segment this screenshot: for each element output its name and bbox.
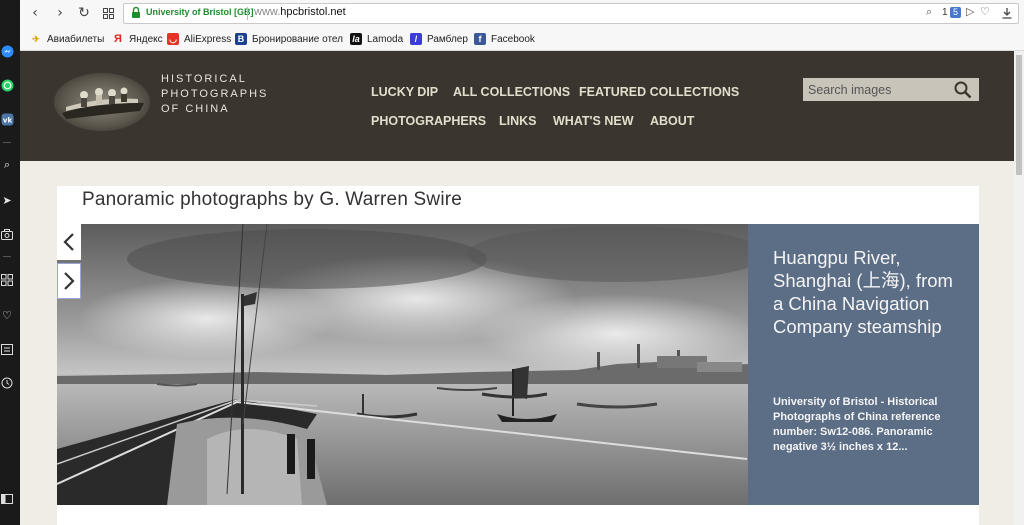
site-header: HISTORICAL PHOTOGRAPHS OF CHINA LUCKY DI…: [20, 51, 1014, 161]
plane-icon: ✈: [32, 33, 40, 44]
aliexpress-icon: ◡: [167, 33, 179, 45]
panel-bottom: [57, 505, 979, 525]
nav-photographers[interactable]: PHOTOGRAPHERS: [371, 114, 486, 128]
heart-icon[interactable]: ♡: [0, 308, 14, 322]
page-scrollbar[interactable]: [1014, 51, 1024, 525]
bookmark-lamoda[interactable]: la Lamoda: [350, 32, 403, 46]
next-slide-button[interactable]: [57, 263, 81, 299]
bookmark-yandex[interactable]: Я Яндекс: [112, 32, 163, 46]
chevron-left-icon: [63, 233, 74, 251]
prev-slide-button[interactable]: [57, 224, 81, 260]
search-icon[interactable]: [953, 80, 973, 100]
booking-icon: B: [235, 33, 247, 45]
adblock-count: 1: [942, 7, 948, 18]
download-icon[interactable]: [998, 4, 1016, 22]
bookmark-booking[interactable]: B Бронирование отел: [235, 32, 343, 46]
browser-toolbar: ‹ › ↻ University of Bristol [GB] www.hpc…: [20, 0, 1024, 27]
rambler-icon: /: [410, 33, 422, 45]
svg-text:vk: vk: [2, 116, 12, 124]
forward-button[interactable]: ›: [51, 4, 69, 22]
nav-lucky-dip[interactable]: LUCKY DIP: [371, 85, 438, 99]
messenger-icon[interactable]: [0, 44, 14, 58]
lock-icon: [132, 6, 140, 18]
search-input[interactable]: [803, 78, 951, 101]
site-identity[interactable]: University of Bristol [GB]: [146, 7, 254, 17]
sidebar-toggle-icon[interactable]: [0, 492, 14, 506]
bookmark-aviabilety[interactable]: ✈ Авиабилеты: [30, 32, 104, 46]
nav-featured-collections[interactable]: FEATURED COLLECTIONS: [579, 85, 739, 99]
search-box: [803, 78, 979, 101]
camera-icon[interactable]: [0, 227, 14, 241]
yandex-icon: Я: [114, 33, 122, 45]
speed-dial-icon[interactable]: [0, 273, 14, 287]
facebook-icon: f: [474, 33, 486, 45]
lamoda-icon: la: [350, 33, 362, 45]
address-bar[interactable]: University of Bristol [GB] www.hpcbristo…: [123, 3, 1019, 24]
slide-photo[interactable]: [57, 224, 748, 505]
nav-all-collections[interactable]: ALL COLLECTIONS: [453, 85, 570, 99]
bookmarks-bar: ✈ Авиабилеты Я Яндекс ◡ AliExpress B Брониро…: [20, 27, 1024, 51]
send-icon[interactable]: ➤: [0, 193, 14, 207]
caption-description: University of Bristol - Historical Photo…: [773, 396, 941, 453]
news-icon[interactable]: [0, 342, 14, 356]
page-search-icon[interactable]: ⌕: [926, 5, 932, 19]
site-logo-image[interactable]: [54, 73, 150, 131]
chevron-right-icon: [64, 272, 75, 290]
caption-title[interactable]: Huangpu River, Shanghai (上海), from a Chi…: [773, 246, 963, 338]
scroll-thumb[interactable]: [1016, 55, 1022, 175]
search-icon[interactable]: ⌕: [0, 158, 14, 172]
bookmark-aliexpress[interactable]: ◡ AliExpress: [167, 32, 231, 46]
reload-button[interactable]: ↻: [75, 4, 93, 22]
slide-caption: Huangpu River, Shanghai (上海), from a Chi…: [748, 224, 979, 505]
nav-links[interactable]: LINKS: [499, 114, 537, 128]
back-button[interactable]: ‹: [26, 4, 44, 22]
nav-about[interactable]: ABOUT: [650, 114, 694, 128]
browser-sidebar: vk ⌕ ➤ ♡: [0, 0, 20, 525]
site-logo-text[interactable]: HISTORICAL PHOTOGRAPHS OF CHINA: [161, 72, 268, 117]
nav-whats-new[interactable]: WHAT'S NEW: [553, 114, 634, 128]
vk-icon[interactable]: vk: [0, 112, 14, 126]
collection-panel: Panoramic photographs by G. Warren Swire: [57, 186, 979, 525]
url-text[interactable]: www.hpcbristol.net: [254, 6, 346, 18]
bookmark-facebook[interactable]: f Facebook: [474, 32, 535, 46]
bookmark-heart-icon[interactable]: ♡: [980, 5, 990, 18]
page-title: Panoramic photographs by G. Warren Swire: [82, 189, 463, 210]
history-icon[interactable]: [0, 376, 14, 390]
whatsapp-icon[interactable]: [0, 78, 14, 92]
tabs-grid-button[interactable]: [99, 4, 117, 22]
bookmark-rambler[interactable]: / Рамблер: [410, 32, 468, 46]
slideshow: Huangpu River, Shanghai (上海), from a Chi…: [57, 224, 979, 505]
send-page-icon[interactable]: ▷: [966, 5, 974, 18]
adblock-badge[interactable]: 5: [950, 7, 961, 18]
